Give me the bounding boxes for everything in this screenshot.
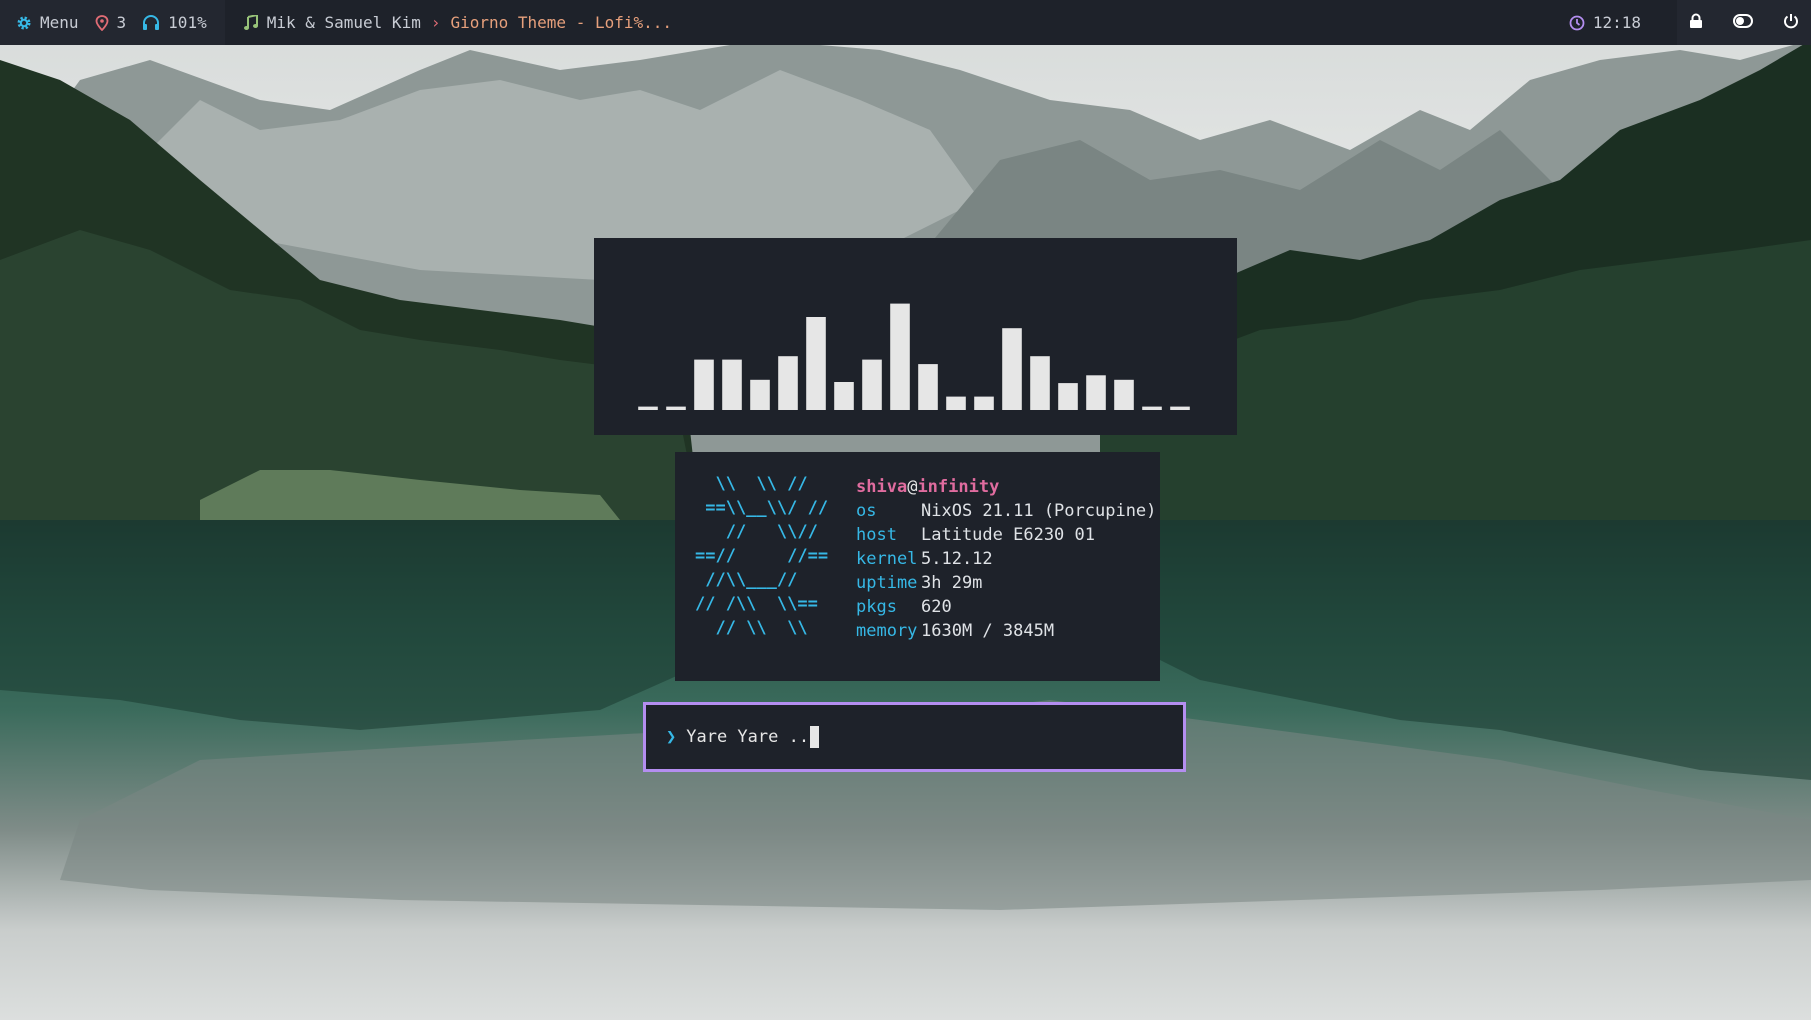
prompt-symbol: ❯	[666, 727, 677, 747]
visualizer-bar	[1142, 406, 1162, 410]
topbar-left-modules: Menu 3 101%	[0, 0, 225, 45]
visualizer-bar	[974, 396, 994, 410]
hostname: infinity	[917, 477, 1000, 497]
info-key: kernel	[856, 549, 918, 569]
visualizer-bar	[862, 359, 882, 410]
topbar-right-modules: 12:18	[1560, 0, 1811, 45]
system-info: shiva @ infinity os NixOS 21.11 (Porcupine…	[856, 475, 1156, 643]
info-key: host	[856, 525, 897, 545]
visualizer-bar	[722, 359, 742, 410]
visualizer-bar	[1002, 328, 1022, 410]
music-module[interactable]: Mik & Samuel Kim › Giorno Theme - Lofi%.…	[225, 0, 680, 45]
visualizer-bars	[638, 303, 1190, 410]
visualizer-bar	[1086, 375, 1106, 410]
username: shiva	[856, 477, 908, 497]
clock-module[interactable]: 12:18	[1560, 0, 1677, 45]
toggle-button[interactable]	[1733, 13, 1753, 32]
lock-icon	[1690, 13, 1702, 28]
visualizer-bar	[890, 303, 910, 410]
session-controls	[1677, 0, 1811, 45]
power-button[interactable]	[1783, 13, 1799, 33]
visualizer-bar	[918, 364, 938, 410]
volume-level: 101%	[168, 13, 207, 32]
shell-prompt-window[interactable]: ❯ Yare Yare ..	[643, 702, 1186, 772]
info-row-os: os NixOS 21.11 (Porcupine)	[856, 499, 1156, 523]
info-value: 5.12.12	[921, 549, 993, 569]
headphones-icon	[143, 14, 160, 30]
info-value: NixOS 21.11 (Porcupine)	[921, 501, 1157, 521]
music-artist: Mik & Samuel Kim	[266, 13, 421, 32]
visualizer-bar	[638, 406, 658, 410]
menu-label: Menu	[40, 13, 79, 32]
info-row-pkgs: pkgs 620	[856, 595, 1156, 619]
neofetch-terminal-window[interactable]: \\ \\ // ==\\__\\/ // // \\// ==// //== …	[675, 452, 1160, 681]
info-value: 1630M / 3845M	[921, 621, 1055, 641]
visualizer-bar	[750, 379, 770, 410]
info-row-memory: memory 1630M / 3845M	[856, 619, 1156, 643]
power-icon	[1784, 13, 1798, 28]
visualizer-bar	[666, 406, 686, 410]
info-value: 3h 29m	[921, 573, 983, 593]
info-row-uptime: uptime 3h 29m	[856, 571, 1156, 595]
visualizer-bar	[1058, 383, 1078, 410]
music-title: Giorno Theme - Lofi%...	[450, 13, 673, 32]
info-row-kernel: kernel 5.12.12	[856, 547, 1156, 571]
nixos-ascii-logo: \\ \\ // ==\\__\\/ // // \\// ==// //== …	[695, 474, 829, 638]
visualizer-bar	[778, 356, 798, 410]
toggle-icon	[1733, 14, 1753, 28]
at-sign: @	[907, 477, 918, 497]
clock-icon	[1569, 15, 1585, 30]
menu-button[interactable]: Menu	[8, 0, 87, 45]
visualizer-bar	[694, 359, 714, 410]
prompt-text[interactable]: Yare Yare ..	[686, 727, 809, 747]
info-key: pkgs	[856, 597, 897, 617]
text-cursor	[810, 726, 820, 748]
volume-control[interactable]: 101%	[134, 0, 215, 45]
lock-button[interactable]	[1689, 13, 1703, 33]
visualizer-bar	[834, 382, 854, 410]
visualizer-bar	[806, 317, 826, 410]
top-status-bar: Menu 3 101% Mik & Samuel Kim › Giorno Th…	[0, 0, 1811, 45]
music-separator: ›	[430, 13, 441, 32]
audio-visualizer-window[interactable]	[594, 238, 1237, 435]
info-value: 620	[921, 597, 952, 617]
music-note-icon	[243, 14, 258, 30]
info-key: uptime	[856, 573, 918, 593]
user-host-line: shiva @ infinity	[856, 475, 1156, 499]
gear-icon	[17, 16, 31, 29]
workspace-indicator[interactable]: 3	[87, 0, 135, 45]
visualizer-bar	[946, 396, 966, 410]
info-key: memory	[856, 621, 918, 641]
visualizer-bar	[1170, 406, 1190, 410]
workspace-count: 3	[116, 13, 127, 32]
visualizer-bar	[1030, 356, 1050, 410]
info-value: Latitude E6230 01	[921, 525, 1095, 545]
clock-time: 12:18	[1592, 13, 1641, 32]
info-row-host: host Latitude E6230 01	[856, 523, 1156, 547]
visualizer-bar	[1114, 379, 1134, 410]
info-key: os	[856, 501, 877, 521]
music-info: Mik & Samuel Kim › Giorno Theme - Lofi%.…	[235, 0, 680, 45]
location-pin-icon	[95, 14, 108, 31]
